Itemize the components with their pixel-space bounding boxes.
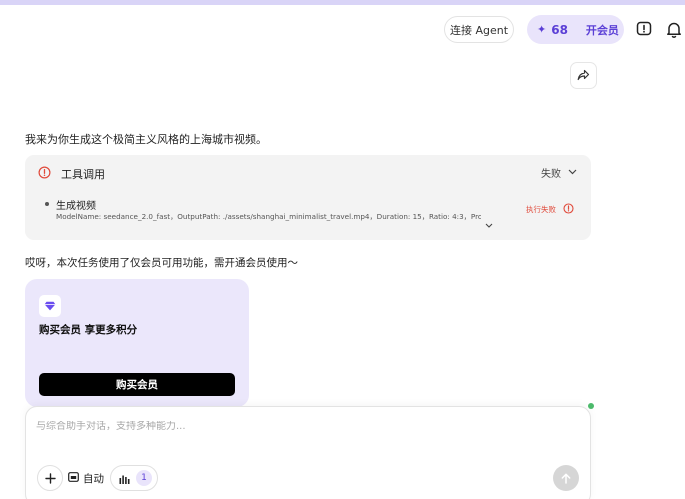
plus-icon: [44, 469, 56, 488]
bell-icon[interactable]: [664, 19, 684, 39]
buy-vip-button[interactable]: 购买会员: [39, 373, 235, 396]
tool-status-toggle[interactable]: 失败: [541, 165, 577, 180]
sparkle-icon: ✦: [537, 23, 547, 36]
tool-status-label: 失败: [541, 169, 561, 180]
gem-icon: [39, 295, 61, 317]
chat-input[interactable]: [36, 421, 536, 432]
tool-item-title: 生成视频: [56, 201, 96, 212]
buy-vip-label: 购买会员: [116, 379, 158, 391]
expand-detail-chevron[interactable]: [485, 213, 493, 232]
share-icon: [577, 66, 590, 85]
error-icon: [556, 203, 574, 216]
add-attachment-button[interactable]: [37, 465, 63, 491]
bars-icon: [119, 469, 130, 488]
alert-icon[interactable]: [634, 19, 654, 39]
execution-failed-status: 执行失败: [526, 203, 574, 216]
vip-card-title: 购买会员 享更多积分: [39, 324, 138, 336]
mode-selector[interactable]: 自动: [68, 469, 104, 487]
tool-item-detail: ModelName: seedance_2.0_fast，OutputPath:…: [56, 212, 481, 221]
send-button[interactable]: [553, 465, 579, 491]
mode-label: 自动: [83, 472, 104, 485]
open-vip-label: 开会员: [585, 23, 619, 37]
tool-call-title: 工具调用: [61, 167, 105, 181]
send-arrow-icon: [561, 469, 571, 488]
connect-agent-button[interactable]: 连接 Agent: [444, 16, 514, 43]
online-status-dot: [588, 403, 594, 409]
count-badge: 1: [136, 470, 152, 486]
points-count: 68: [551, 22, 568, 37]
chevron-down-icon: [561, 167, 577, 178]
assistant-message: 我来为你生成这个极简主义风格的上海城市视频。: [25, 133, 267, 146]
chat-composer: 自动 1: [25, 406, 591, 499]
followup-message: 哎呀，本次任务使用了仅会员可用功能，需开通会员使用～: [25, 257, 298, 269]
error-icon: [38, 164, 51, 183]
tool-call-card: 工具调用 失败 生成视频 ModelName: seedance_2.0_fas…: [25, 155, 591, 240]
skills-count-button[interactable]: 1: [110, 465, 158, 491]
execution-failed-label: 执行失败: [526, 205, 556, 214]
share-button[interactable]: [570, 62, 597, 89]
top-accent-strip: [0, 0, 685, 5]
connect-agent-label: 连接 Agent: [449, 23, 509, 37]
mode-icon: [68, 471, 83, 485]
vip-promo-card: 购买会员 享更多积分 购买会员: [25, 279, 249, 407]
points-vip-pill[interactable]: ✦ 68 开会员: [527, 15, 624, 44]
list-bullet: [45, 202, 49, 206]
